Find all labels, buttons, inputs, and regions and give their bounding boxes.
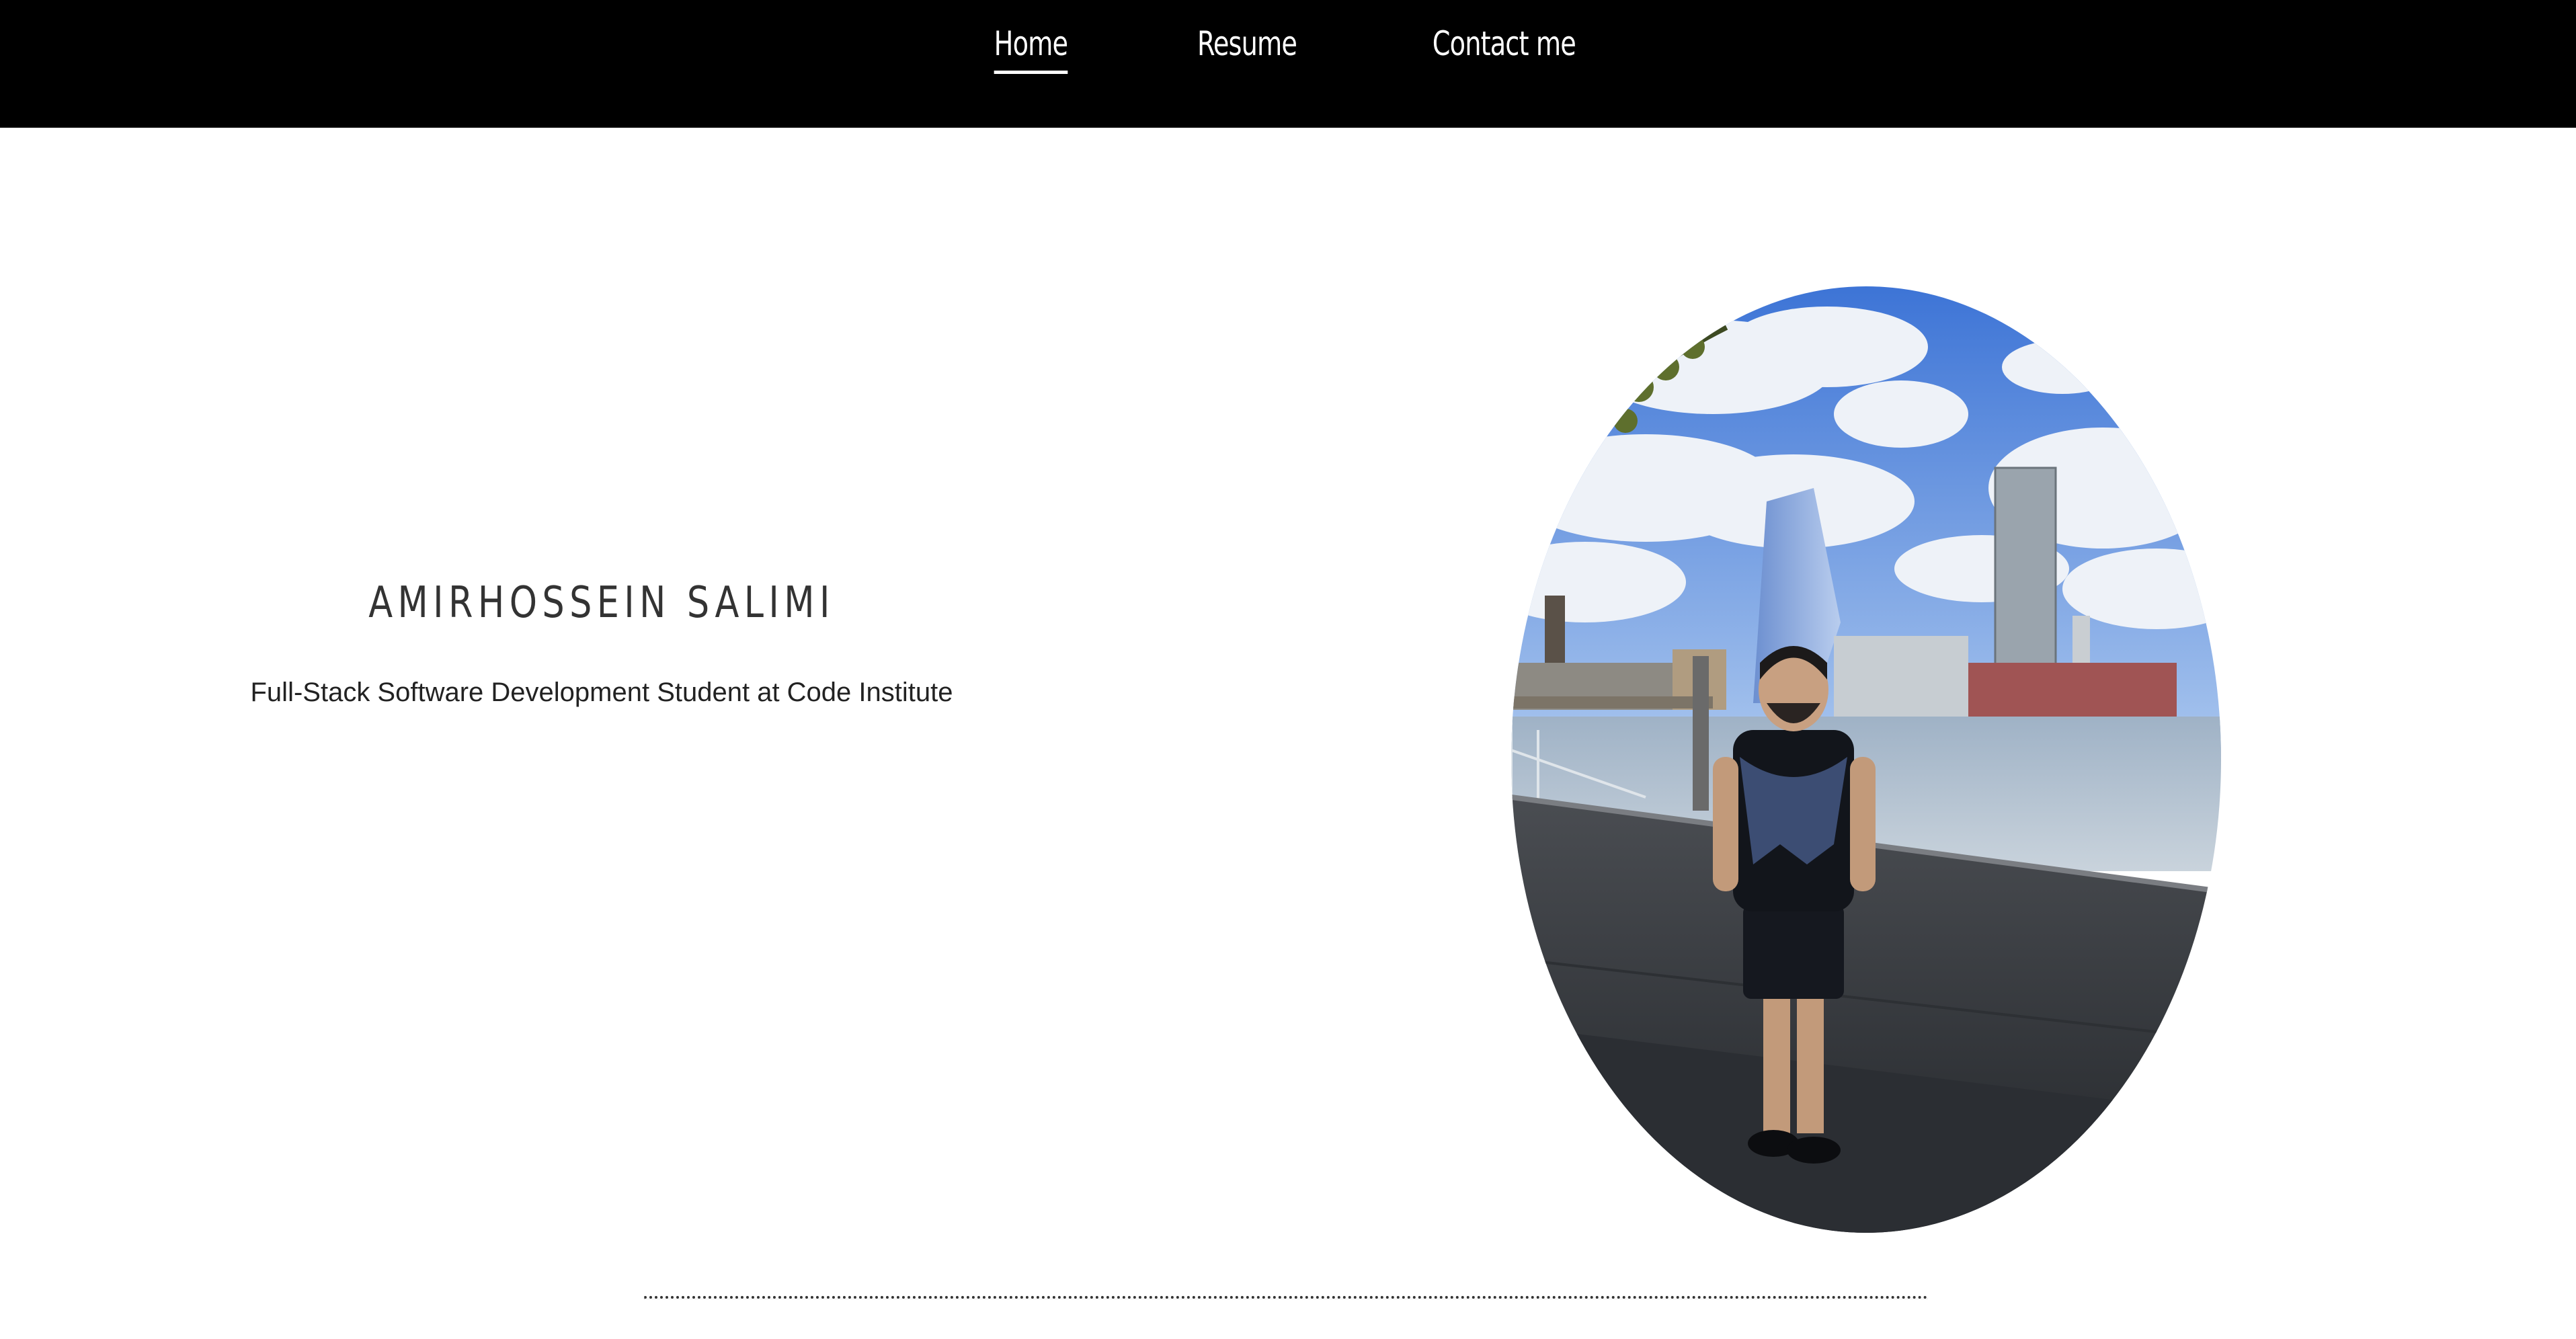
hero-name: AMIRHOSSEIN SALIMI: [368, 578, 835, 628]
nav-link-resume[interactable]: Resume: [1197, 26, 1297, 74]
nav-link-home[interactable]: Home: [994, 26, 1068, 74]
top-navbar: Home Resume Contact me: [0, 0, 2576, 128]
section-divider: [644, 1296, 1928, 1299]
profile-photo-illustration: [1511, 286, 2221, 1233]
nav-link-contact[interactable]: Contact me: [1433, 26, 1576, 74]
profile-photo: [1511, 286, 2221, 1233]
nav-list: Home Resume Contact me: [0, 26, 2576, 74]
hero-tagline: Full-Stack Software Development Student …: [250, 678, 953, 707]
hero-intro: AMIRHOSSEIN SALIMI Full-Stack Software D…: [195, 578, 1008, 708]
